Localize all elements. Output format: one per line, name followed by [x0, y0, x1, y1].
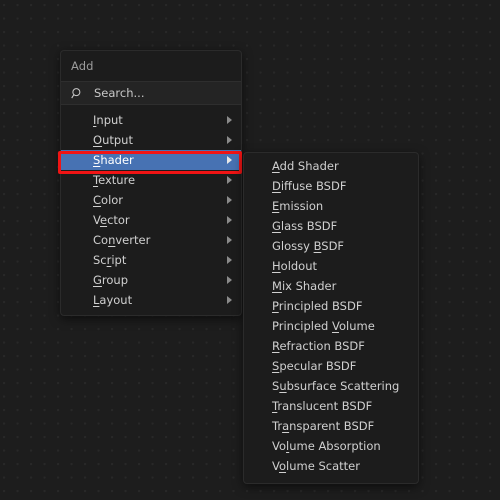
submenu-item-holdout[interactable]: Holdout	[244, 256, 418, 276]
menu-item-label: Holdout	[272, 259, 318, 273]
shader-submenu-panel: Add Shader Diffuse BSDF Emission Glass BSDF…	[243, 152, 419, 484]
menu-item-label: Converter	[93, 233, 151, 247]
menu-item-label: Shader	[93, 153, 134, 167]
submenu-item-mix-shader[interactable]: Mix Shader	[244, 276, 418, 296]
menu-item-label: Subsurface Scattering	[272, 379, 400, 393]
add-menu-panel: Add Search... Input Output Shader Texture Co…	[60, 50, 242, 316]
submenu-arrow-icon	[227, 216, 232, 224]
submenu-arrow-icon	[227, 136, 232, 144]
menu-item-label: Texture	[93, 173, 136, 187]
submenu-item-glossy-bsdf[interactable]: Glossy BSDF	[244, 236, 418, 256]
menu-item-texture[interactable]: Texture	[61, 170, 241, 190]
submenu-arrow-icon	[227, 156, 232, 164]
menu-item-vector[interactable]: Vector	[61, 210, 241, 230]
menu-title: Add	[71, 59, 94, 73]
menu-item-label: Mix Shader	[272, 279, 337, 293]
menu-item-label: Output	[93, 133, 133, 147]
menu-item-label: Emission	[272, 199, 324, 213]
menu-item-label: Principled Volume	[272, 319, 375, 333]
shader-submenu-list: Add Shader Diffuse BSDF Emission Glass BSDF…	[244, 156, 418, 476]
submenu-item-principled-bsdf[interactable]: Principled BSDF	[244, 296, 418, 316]
submenu-arrow-icon	[227, 116, 232, 124]
submenu-arrow-icon	[227, 276, 232, 284]
node-editor-canvas[interactable]: Add Search... Input Output Shader Texture Co…	[0, 0, 500, 500]
submenu-arrow-icon	[227, 296, 232, 304]
submenu-item-specular-bsdf[interactable]: Specular BSDF	[244, 356, 418, 376]
search-input-text[interactable]: Search...	[94, 86, 144, 100]
menu-item-input[interactable]: Input	[61, 110, 241, 130]
menu-item-label: Specular BSDF	[272, 359, 357, 373]
menu-item-label: Volume Scatter	[272, 459, 360, 473]
menu-item-output[interactable]: Output	[61, 130, 241, 150]
menu-item-label: Color	[93, 193, 124, 207]
submenu-item-translucent-bsdf[interactable]: Translucent BSDF	[244, 396, 418, 416]
submenu-item-volume-absorption[interactable]: Volume Absorption	[244, 436, 418, 456]
menu-item-script[interactable]: Script	[61, 250, 241, 270]
submenu-item-volume-scatter[interactable]: Volume Scatter	[244, 456, 418, 476]
submenu-item-transparent-bsdf[interactable]: Transparent BSDF	[244, 416, 418, 436]
submenu-item-principled-volume[interactable]: Principled Volume	[244, 316, 418, 336]
search-field[interactable]: Search...	[61, 81, 241, 105]
menu-item-label: Refraction BSDF	[272, 339, 365, 353]
menu-item-label: Glossy BSDF	[272, 239, 345, 253]
menu-item-group[interactable]: Group	[61, 270, 241, 290]
menu-item-layout[interactable]: Layout	[61, 290, 241, 310]
menu-item-label: Vector	[93, 213, 130, 227]
menu-item-converter[interactable]: Converter	[61, 230, 241, 250]
menu-item-label: Input	[93, 113, 123, 127]
menu-item-label: Volume Absorption	[272, 439, 381, 453]
menu-item-label: Diffuse BSDF	[272, 179, 347, 193]
menu-item-label: Translucent BSDF	[272, 399, 373, 413]
submenu-arrow-icon	[227, 236, 232, 244]
submenu-arrow-icon	[227, 256, 232, 264]
search-icon	[71, 87, 84, 100]
submenu-item-emission[interactable]: Emission	[244, 196, 418, 216]
submenu-item-refraction-bsdf[interactable]: Refraction BSDF	[244, 336, 418, 356]
menu-item-label: Transparent BSDF	[272, 419, 375, 433]
menu-item-label: Principled BSDF	[272, 299, 363, 313]
add-menu-list: Input Output Shader Texture Color Vector Conve…	[61, 105, 241, 310]
menu-item-label: Glass BSDF	[272, 219, 338, 233]
menu-item-label: Add Shader	[272, 159, 339, 173]
menu-item-label: Layout	[93, 293, 133, 307]
submenu-arrow-icon	[227, 176, 232, 184]
submenu-item-diffuse-bsdf[interactable]: Diffuse BSDF	[244, 176, 418, 196]
menu-item-label: Group	[93, 273, 129, 287]
menu-item-shader[interactable]: Shader	[61, 150, 241, 170]
menu-item-color[interactable]: Color	[61, 190, 241, 210]
menu-item-label: Script	[93, 253, 127, 267]
submenu-arrow-icon	[227, 196, 232, 204]
submenu-item-glass-bsdf[interactable]: Glass BSDF	[244, 216, 418, 236]
submenu-item-subsurface-scattering[interactable]: Subsurface Scattering	[244, 376, 418, 396]
submenu-item-add-shader[interactable]: Add Shader	[244, 156, 418, 176]
